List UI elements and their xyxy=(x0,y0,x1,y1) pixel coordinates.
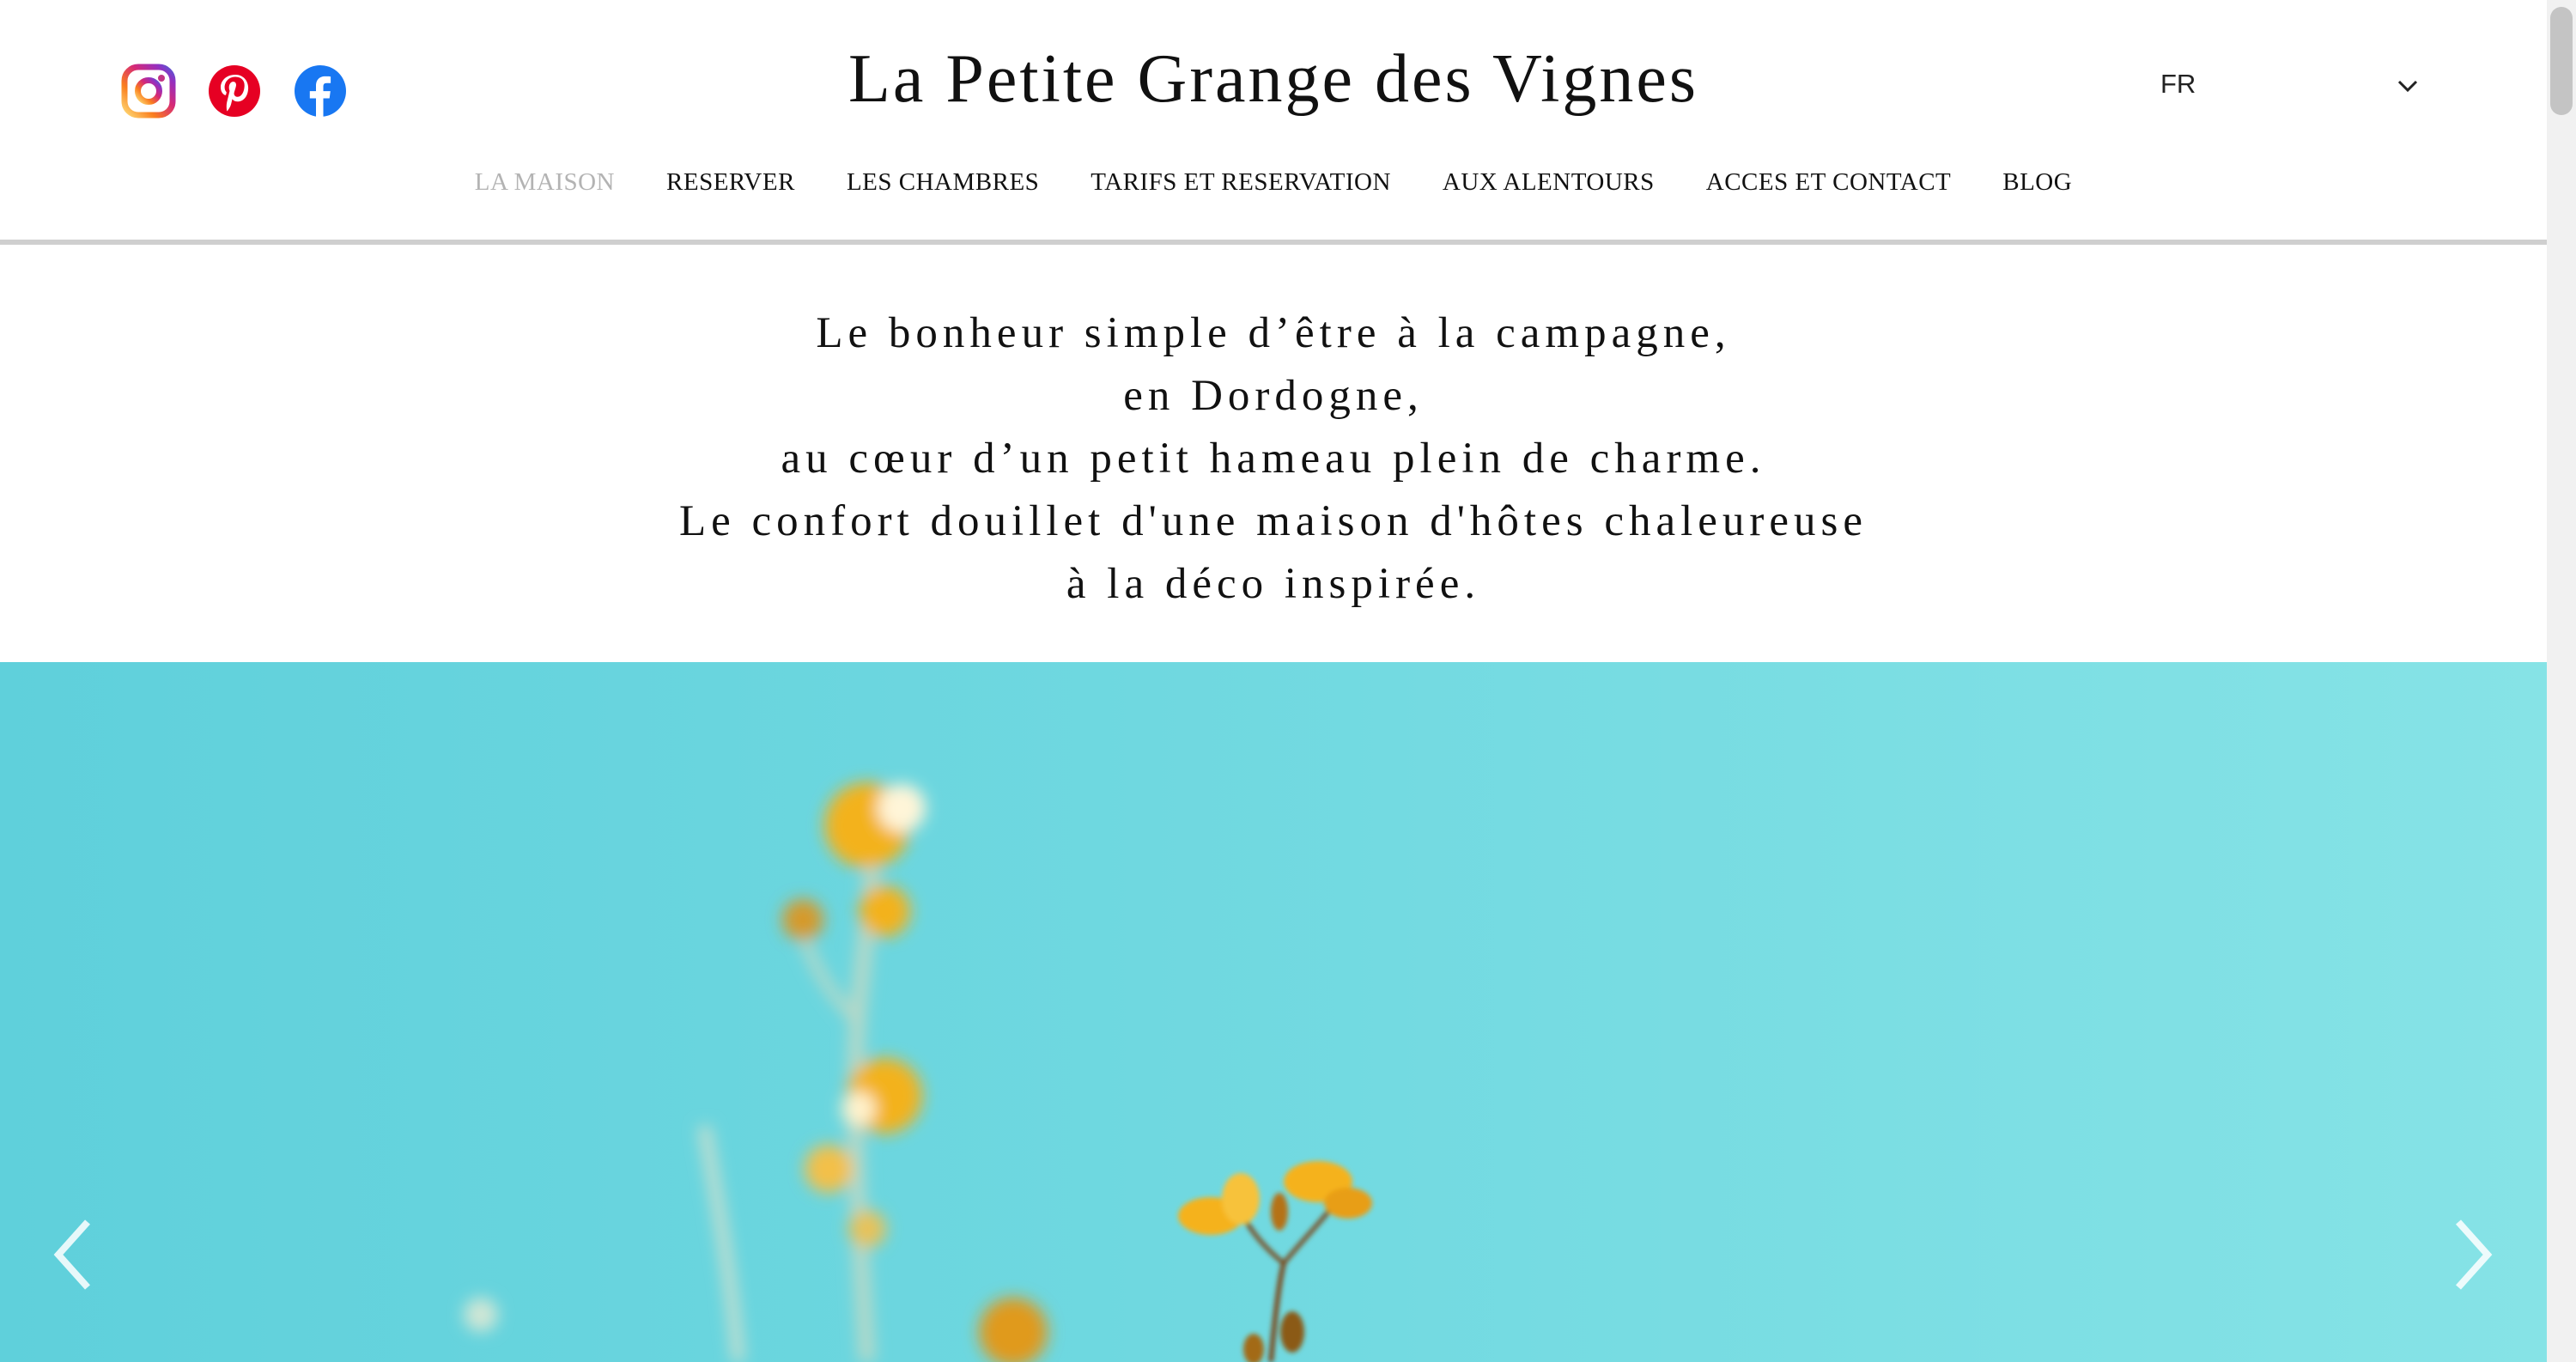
nav-item-les-chambres[interactable]: LES CHAMBRES xyxy=(821,161,1065,203)
hero-image-flowers xyxy=(464,782,1372,1362)
main-nav: LA MAISON RESERVER LES CHAMBRES TARIFS E… xyxy=(0,161,2547,203)
language-selector[interactable]: FR xyxy=(2147,60,2421,112)
nav-item-blog[interactable]: BLOG xyxy=(1977,161,2098,203)
nav-item-reserver[interactable]: RESERVER xyxy=(641,161,821,203)
intro-line: au cœur d’un petit hameau plein de charm… xyxy=(781,435,1766,483)
vertical-scrollbar[interactable] xyxy=(2547,0,2576,1362)
hero-slideshow xyxy=(0,662,2547,1362)
intro-line: en Dordogne, xyxy=(1123,372,1424,420)
nav-item-aux-alentours[interactable]: AUX ALENTOURS xyxy=(1417,161,1680,203)
intro-line: Le confort douillet d'une maison d'hôtes… xyxy=(678,497,1868,545)
chevron-down-icon xyxy=(2397,80,2418,93)
intro-line: à la déco inspirée. xyxy=(1066,560,1481,608)
site-header: La Petite Grange des Vignes FR LA MAISON… xyxy=(0,0,2547,240)
scrollbar-thumb[interactable] xyxy=(2550,7,2573,115)
intro-line: Le bonheur simple d’être à la campagne, xyxy=(816,309,1731,357)
nav-item-la-maison[interactable]: LA MAISON xyxy=(449,161,641,203)
chevron-right-icon[interactable] xyxy=(2443,1212,2503,1298)
intro-text: Le bonheur simple d’être à la campagne, … xyxy=(0,302,2547,616)
page: La Petite Grange des Vignes FR LA MAISON… xyxy=(0,0,2547,1362)
chevron-left-icon[interactable] xyxy=(43,1212,103,1298)
header-divider xyxy=(0,240,2547,245)
nav-item-tarifs-et-reservation[interactable]: TARIFS ET RESERVATION xyxy=(1065,161,1417,203)
nav-item-acces-et-contact[interactable]: ACCES ET CONTACT xyxy=(1680,161,1978,203)
language-value: FR xyxy=(2160,69,2196,99)
